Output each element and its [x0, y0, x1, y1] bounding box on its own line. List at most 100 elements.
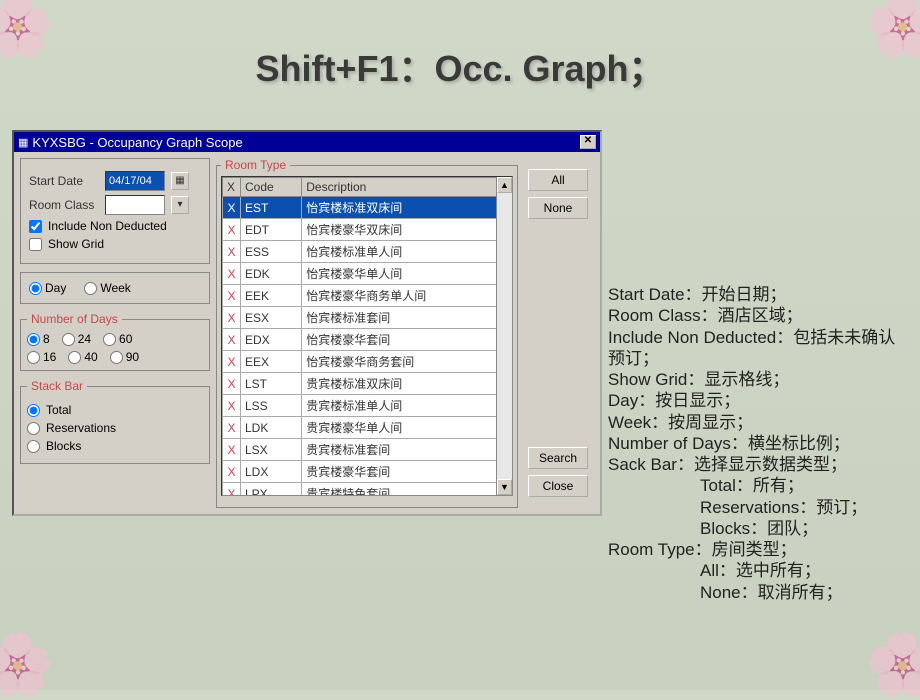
table-row[interactable]: XESS怡宾楼标准单人间 [223, 241, 512, 263]
table-row[interactable]: XEDX怡宾楼豪华套间 [223, 329, 512, 351]
explanation-line: Number of Days：横坐标比例； [608, 433, 904, 454]
explanation-line: None：取消所有； [608, 582, 904, 603]
table-row[interactable]: XLST贵宾楼标准双床间 [223, 373, 512, 395]
cell-x: X [223, 285, 241, 307]
table-row[interactable]: XLPX贵宾楼特色套间 [223, 483, 512, 497]
table-row[interactable]: XLDX贵宾楼豪华套间 [223, 461, 512, 483]
cell-code: EDK [241, 263, 302, 285]
days-40-radio[interactable] [68, 351, 81, 364]
start-date-input[interactable] [105, 171, 165, 191]
table-row[interactable]: XEDK怡宾楼豪华单人间 [223, 263, 512, 285]
scrollbar[interactable]: ▲ ▼ [496, 177, 512, 495]
explanations-panel: Start Date：开始日期；Room Class：酒店区域；Include … [608, 284, 904, 603]
cell-x: X [223, 351, 241, 373]
explanation-line: All：选中所有； [608, 560, 904, 581]
scroll-down-icon[interactable]: ▼ [497, 479, 512, 495]
all-button[interactable]: All [528, 169, 588, 191]
cell-code: LSX [241, 439, 302, 461]
days-90-radio[interactable] [110, 351, 123, 364]
explanation-line: Reservations：预订； [608, 497, 904, 518]
floral-decoration: 🌸 [0, 629, 55, 700]
cell-desc: 贵宾楼标准套间 [302, 439, 512, 461]
room-type-table-container: X Code Description XEST怡宾楼标准双床间XEDT怡宾楼豪华… [221, 176, 513, 496]
table-row[interactable]: XLDK贵宾楼豪华单人间 [223, 417, 512, 439]
include-non-deducted-checkbox[interactable] [29, 220, 42, 233]
days-8-radio[interactable] [27, 333, 40, 346]
cell-x: X [223, 197, 241, 219]
floral-decoration: 🌸 [865, 629, 920, 700]
cell-desc: 怡宾楼标准套间 [302, 307, 512, 329]
total-radio[interactable] [27, 404, 40, 417]
window-titlebar: ▦ KYXSBG - Occupancy Graph Scope ✕ [14, 132, 600, 152]
room-type-table: X Code Description XEST怡宾楼标准双床间XEDT怡宾楼豪华… [222, 177, 512, 496]
cell-code: LDK [241, 417, 302, 439]
table-row[interactable]: XEEX怡宾楼豪华商务套间 [223, 351, 512, 373]
app-icon: ▦ [18, 136, 28, 149]
calendar-icon[interactable]: ▦ [171, 172, 189, 190]
cell-desc: 怡宾楼豪华商务单人间 [302, 285, 512, 307]
dropdown-icon[interactable]: ▾ [171, 196, 189, 214]
start-date-label: Start Date [29, 174, 99, 188]
table-row[interactable]: XLSX贵宾楼标准套间 [223, 439, 512, 461]
close-icon[interactable]: ✕ [580, 135, 596, 149]
explanation-line: Total：所有； [608, 475, 904, 496]
table-row[interactable]: XESX怡宾楼标准套间 [223, 307, 512, 329]
explanation-line: Sack Bar：选择显示数据类型； [608, 454, 904, 475]
table-row[interactable]: XEST怡宾楼标准双床间 [223, 197, 512, 219]
explanation-line: Room Type：房间类型； [608, 539, 904, 560]
include-non-deducted-label: Include Non Deducted [48, 219, 167, 233]
table-row[interactable]: XEDT怡宾楼豪华双床间 [223, 219, 512, 241]
scroll-up-icon[interactable]: ▲ [497, 177, 512, 193]
cell-code: ESX [241, 307, 302, 329]
show-grid-checkbox[interactable] [29, 238, 42, 251]
slide-title: Shift+F1：Occ. Graph； [0, 0, 920, 92]
date-class-group: Start Date ▦ Room Class ▾ Include Non De… [20, 158, 210, 264]
stack-bar-group: Stack Bar Total Reservations Blocks [20, 379, 210, 464]
explanation-line: Start Date：开始日期； [608, 284, 904, 305]
explanation-line: Day：按日显示； [608, 390, 904, 411]
cell-code: EDT [241, 219, 302, 241]
cell-code: EEK [241, 285, 302, 307]
days-16-radio[interactable] [27, 351, 40, 364]
show-grid-label: Show Grid [48, 237, 104, 251]
cell-desc: 贵宾楼标准双床间 [302, 373, 512, 395]
table-row[interactable]: XEEK怡宾楼豪华商务单人间 [223, 285, 512, 307]
cell-code: LPX [241, 483, 302, 497]
week-radio[interactable] [84, 282, 97, 295]
room-type-legend: Room Type [221, 158, 290, 172]
blocks-radio[interactable] [27, 440, 40, 453]
explanation-line: Week：按周显示； [608, 412, 904, 433]
cell-desc: 怡宾楼豪华双床间 [302, 219, 512, 241]
search-button[interactable]: Search [528, 447, 588, 469]
cell-code: LST [241, 373, 302, 395]
cell-x: X [223, 461, 241, 483]
cell-desc: 怡宾楼豪华单人间 [302, 263, 512, 285]
none-button[interactable]: None [528, 197, 588, 219]
explanation-line: Show Grid：显示格线； [608, 369, 904, 390]
cell-x: X [223, 263, 241, 285]
days-60-radio[interactable] [103, 333, 116, 346]
room-type-group: Room Type X Code Description XEST怡宾楼标准双床… [216, 158, 518, 508]
cell-x: X [223, 307, 241, 329]
days-24-radio[interactable] [62, 333, 75, 346]
cell-desc: 怡宾楼标准单人间 [302, 241, 512, 263]
cell-desc: 怡宾楼豪华套间 [302, 329, 512, 351]
close-button[interactable]: Close [528, 475, 588, 497]
number-of-days-legend: Number of Days [27, 312, 122, 326]
cell-x: X [223, 395, 241, 417]
cell-desc: 贵宾楼豪华单人间 [302, 417, 512, 439]
room-class-input[interactable] [105, 195, 165, 215]
explanation-line: Include Non Deducted：包括未未确认预订； [608, 327, 904, 370]
cell-x: X [223, 439, 241, 461]
cell-desc: 贵宾楼标准单人间 [302, 395, 512, 417]
cell-x: X [223, 373, 241, 395]
day-radio[interactable] [29, 282, 42, 295]
table-row[interactable]: XLSS贵宾楼标准单人间 [223, 395, 512, 417]
number-of-days-group: Number of Days 8 24 60 16 40 90 [20, 312, 210, 371]
reservations-radio[interactable] [27, 422, 40, 435]
room-class-label: Room Class [29, 198, 99, 212]
explanation-line: Blocks：团队； [608, 518, 904, 539]
cell-code: EDX [241, 329, 302, 351]
col-code: Code [241, 178, 302, 197]
cell-desc: 怡宾楼豪华商务套间 [302, 351, 512, 373]
